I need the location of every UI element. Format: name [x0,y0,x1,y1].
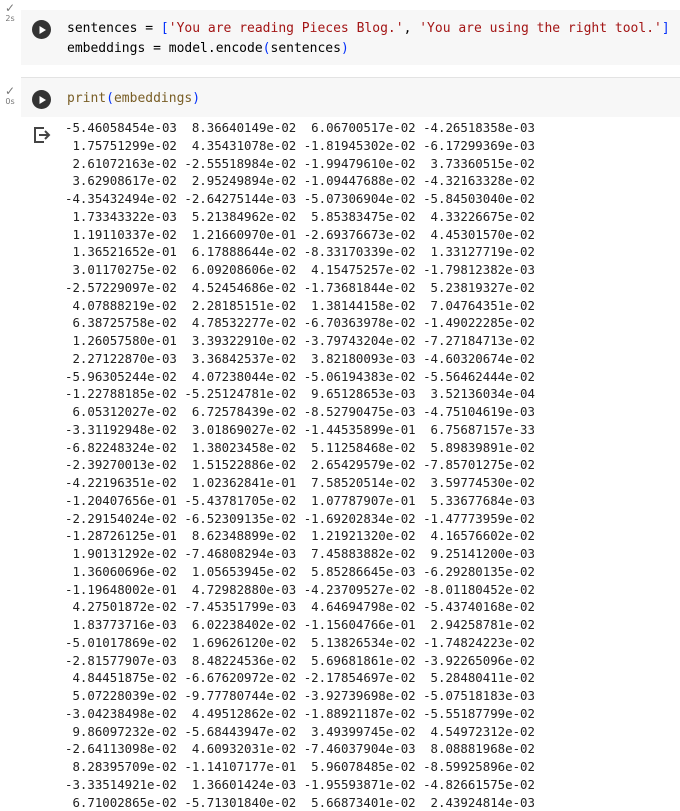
code-cell-2[interactable]: print(embeddings) [21,77,680,118]
output-row: 1.73343322e-03 5.21384962e-02 5.85383475… [65,208,535,226]
output-arrow-icon[interactable] [31,124,53,146]
output-row: -5.46058454e-03 8.36640149e-02 6.0670051… [65,119,535,137]
code-token: ) [192,91,200,106]
run-cell-button[interactable] [32,20,51,39]
play-circle-icon [37,95,47,105]
play-circle-icon [37,25,47,35]
output-row: -3.33514921e-02 1.36601424e-03 -1.955938… [65,776,535,794]
code-editor[interactable]: print(embeddings) [67,89,200,109]
output-row: -1.28726125e-01 8.62348899e-02 1.2192132… [65,527,535,545]
output-row: 1.36521652e-01 6.17888644e-02 -8.3317033… [65,243,535,261]
output-row: -6.82248324e-02 1.38023458e-02 5.1125846… [65,439,535,457]
output-row: 1.19110337e-02 1.21660970e-01 -2.6937667… [65,226,535,244]
output-row: -2.81577907e-03 8.48224536e-02 5.6968186… [65,652,535,670]
code-token: embeddings = model.encode [67,41,263,56]
cell-1-execution-status: ✓ 2s [0,2,20,24]
output-row: -5.01017869e-02 1.69626120e-02 5.1382653… [65,634,535,652]
output-row: 6.05312027e-02 6.72578439e-02 -8.5279047… [65,403,535,421]
output-row: 1.90131292e-02 -7.46808294e-03 7.4588388… [65,545,535,563]
output-row: -1.19648002e-01 4.72982880e-03 -4.237095… [65,581,535,599]
checkmark-icon: ✓ [0,2,20,14]
code-token: sentences [271,41,341,56]
checkmark-icon: ✓ [0,85,20,97]
output-row: -2.57229097e-02 4.52454686e-02 -1.736818… [65,279,535,297]
cell-2-exec-time: 0s [0,97,20,107]
output-text: -5.46058454e-03 8.36640149e-02 6.0670051… [65,119,535,811]
output-row: 1.26057580e-01 3.39322910e-02 -3.7974320… [65,332,535,350]
output-row: -4.35432494e-02 -2.64275144e-03 -5.07306… [65,190,535,208]
output-row: 6.71002865e-02 -5.71301840e-02 5.6687340… [65,794,535,811]
output-row: -2.39270013e-02 1.51522886e-02 2.6542957… [65,456,535,474]
output-row: 1.75751299e-02 4.35431078e-02 -1.8194530… [65,137,535,155]
output-row: 9.86097232e-02 -5.68443947e-02 3.4939974… [65,723,535,741]
code-editor[interactable]: sentences = ['You are reading Pieces Blo… [67,19,670,59]
output-row: 2.27122870e-03 3.36842537e-02 3.82180093… [65,350,535,368]
cell-2-execution-status: ✓ 0s [0,85,20,107]
output-row: 3.01170275e-02 6.09208606e-02 4.15475257… [65,261,535,279]
output-row: 1.83773716e-03 6.02238402e-02 -1.1560476… [65,616,535,634]
code-token: embeddings [114,91,192,106]
code-token: print [67,91,106,106]
output-row: -3.04238498e-02 4.49512862e-02 -1.889211… [65,705,535,723]
output-row: -1.22788185e-02 -5.25124781e-02 9.651286… [65,385,535,403]
run-cell-button[interactable] [32,90,51,109]
output-row: 4.84451875e-02 -6.67620972e-02 -2.178546… [65,669,535,687]
output-row: -2.29154024e-02 -6.52309135e-02 -1.69202… [65,510,535,528]
code-token: ) [341,41,349,56]
code-token: [ [161,21,169,36]
output-row: 4.07888219e-02 2.28185151e-02 1.38144158… [65,297,535,315]
output-row: -3.31192948e-02 3.01869027e-02 -1.445358… [65,421,535,439]
output-row: -1.20407656e-01 -5.43781705e-02 1.077879… [65,492,535,510]
output-row: 4.27501872e-02 -7.45351799e-03 4.6469479… [65,598,535,616]
cell-1-exec-time: 2s [0,14,20,24]
code-token: , [404,21,420,36]
code-token: ( [106,91,114,106]
string-literal: 'You are using the right tool.' [419,21,662,36]
code-token: sentences = [67,21,161,36]
output-row: 6.38725758e-02 4.78532277e-02 -6.7036397… [65,314,535,332]
code-token: ] [662,21,670,36]
output-row: -4.22196351e-02 1.02362841e-01 7.5852051… [65,474,535,492]
output-row: 2.61072163e-02 -2.55518984e-02 -1.994796… [65,155,535,173]
output-row: 1.36060696e-02 1.05653945e-02 5.85286645… [65,563,535,581]
cell-output: -5.46058454e-03 8.36640149e-02 6.0670051… [21,117,680,795]
code-token: ( [263,41,271,56]
output-row: 8.28395709e-02 -1.14107177e-01 5.9607848… [65,758,535,776]
output-row: -5.96305244e-02 4.07238044e-02 -5.061943… [65,368,535,386]
output-row: -2.64113098e-02 4.60932031e-02 -7.460379… [65,740,535,758]
output-row: 5.07228039e-02 -9.77780744e-02 -3.927396… [65,687,535,705]
output-row: 3.62908617e-02 2.95249894e-02 -1.0944768… [65,172,535,190]
code-cell-1[interactable]: sentences = ['You are reading Pieces Blo… [21,10,680,65]
string-literal: 'You are reading Pieces Blog.' [169,21,404,36]
